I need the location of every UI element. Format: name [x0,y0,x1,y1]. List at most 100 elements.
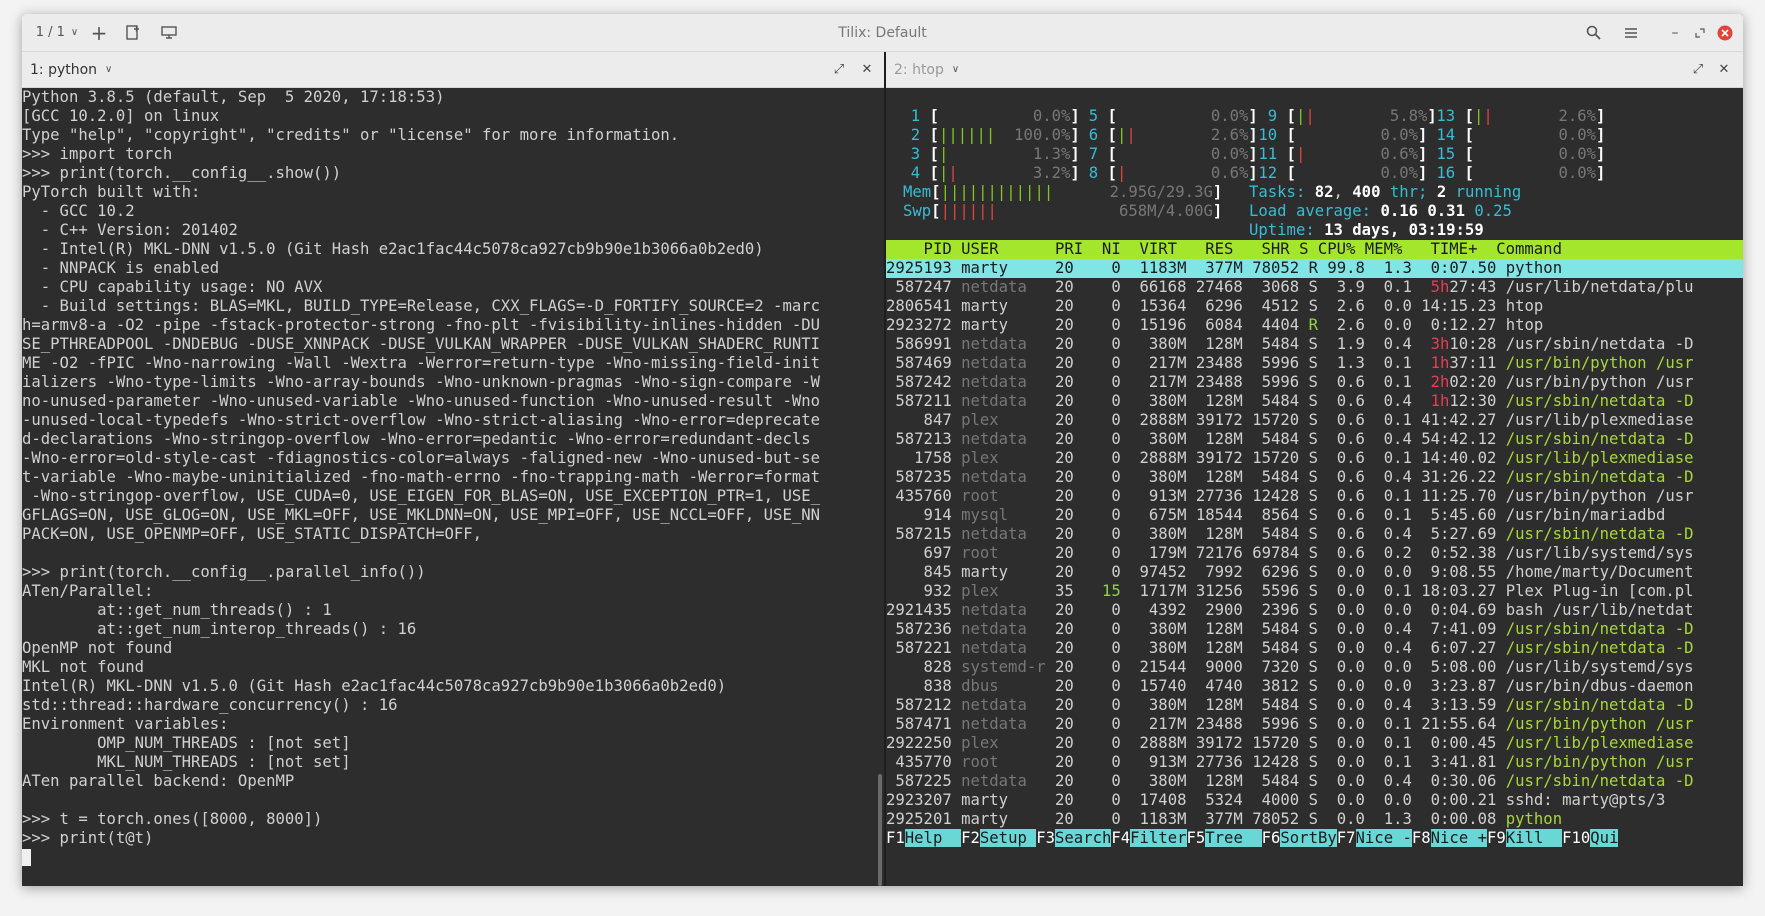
session-switcher[interactable]: 1 / 1 ∨ [30,14,84,51]
sp [1412,449,1421,467]
terminal-1-maximize-button[interactable]: ⤢ [827,52,851,87]
function-key-label[interactable]: SortBy [1280,829,1337,847]
function-key-label[interactable]: Nice + [1430,829,1487,847]
cpu-meter: 2 [|||||| 100.0%] [892,126,1080,145]
sp [952,582,961,600]
function-key-label[interactable]: Kill [1505,829,1563,847]
process-row[interactable]: 838 dbus 20 0 15740 4740 3812 S 0.0 0.0 … [886,677,1743,696]
process-row[interactable]: 587236 netdata 20 0 380M 128M 5484 S 0.0… [886,620,1743,639]
function-key-label[interactable]: Nice - [1355,829,1412,847]
command: htop [1505,297,1544,315]
process-row[interactable]: 2921435 netdata 20 0 4392 2900 2396 S 0.… [886,601,1743,620]
process-row[interactable]: 2925201 marty 20 0 1183M 377M 78052 S 0.… [886,810,1743,829]
sp [1318,278,1337,296]
process-row[interactable]: 932 plex 35 15 1717M 31256 5596 S 0.0 0.… [886,582,1743,601]
function-key[interactable]: F10 [1562,829,1590,847]
process-row[interactable]: 847 plex 20 0 2888M 39172 15720 S 0.6 0.… [886,411,1743,430]
sp [1121,278,1140,296]
cpu-number: 6 [1070,126,1099,144]
cpu-pct: 2.6 [1336,297,1365,315]
process-row[interactable]: 2806541 marty 20 0 15364 6296 4512 S 2.6… [886,297,1743,316]
virt: 17408 [1139,791,1187,809]
time-hours: 2h [1430,373,1450,391]
terminal-1-titlebar[interactable]: 1: python ∨ ⤢ ✕ [22,52,884,88]
function-key-label[interactable]: Help [904,829,962,847]
process-row[interactable]: 2923272 marty 20 0 15196 6084 4404 R 2.6… [886,316,1743,335]
htop-column-header[interactable]: PID USER PRI NI VIRT RES SHR S CPU% MEM%… [886,240,1743,259]
terminal-2-title[interactable]: 2: htop ∨ [894,52,959,87]
command: python [1505,810,1563,828]
add-session-button[interactable]: + [86,14,112,51]
state: S [1308,278,1318,296]
function-key[interactable]: F1 [886,829,905,847]
process-row[interactable]: 587213 netdata 20 0 380M 128M 5484 S 0.6… [886,430,1743,449]
terminal-1-close-button[interactable]: ✕ [855,52,879,87]
menu-button[interactable] [1618,14,1644,51]
process-row[interactable]: 586991 netdata 20 0 380M 128M 5484 S 1.9… [886,335,1743,354]
prompt-line[interactable] [22,848,884,867]
function-key[interactable]: F9 [1487,829,1506,847]
pid: 586991 [886,335,952,353]
res: 128M [1205,392,1243,410]
terminal-2-close-button[interactable]: ✕ [1712,52,1736,87]
function-key[interactable]: F2 [961,829,980,847]
process-row[interactable]: 587471 netdata 20 0 217M 23488 5996 S 0.… [886,715,1743,734]
shr: 5484 [1261,772,1300,790]
search-button[interactable] [1580,14,1606,51]
process-row[interactable]: 435770 root 20 0 913M 27736 12428 S 0.0 … [886,753,1743,772]
cpu-percent: 5.8% [1389,107,1428,125]
sp [1299,544,1308,562]
process-row[interactable]: 828 systemd-r 20 0 21544 9000 7320 S 0.0… [886,658,1743,677]
cpu-bar-system: | [1483,107,1493,125]
process-row[interactable]: 697 root 20 0 179M 72176 69784 S 0.6 0.2… [886,544,1743,563]
function-key[interactable]: F8 [1412,829,1431,847]
sp [1027,373,1055,391]
function-key-label[interactable]: Qui [1590,829,1619,847]
process-row[interactable]: 435760 root 20 0 913M 27736 12428 S 0.6 … [886,487,1743,506]
sp [1074,430,1112,448]
process-row[interactable]: 2925193 marty 20 0 1183M 377M 78052 R 99… [886,259,1743,278]
command: python [1505,259,1563,277]
process-row[interactable]: 587247 netdata 20 0 66168 27468 3068 S 3… [886,278,1743,297]
scrollbar-thumb[interactable] [878,774,882,886]
process-row[interactable]: 587225 netdata 20 0 380M 128M 5484 S 0.0… [886,772,1743,791]
function-key[interactable]: F3 [1036,829,1055,847]
function-key-label[interactable]: Search [1055,829,1112,847]
function-key[interactable]: F5 [1187,829,1206,847]
sp [1121,696,1149,714]
terminal-2-titlebar[interactable]: 2: htop ∨ ⤢ ✕ [886,52,1743,88]
function-key[interactable]: F6 [1262,829,1281,847]
function-key-label[interactable]: Setup [979,829,1037,847]
htop-process-list[interactable]: 2925193 marty 20 0 1183M 377M 78052 R 99… [886,259,1743,829]
process-row[interactable]: 1758 plex 20 0 2888M 39172 15720 S 0.6 0… [886,449,1743,468]
process-row[interactable]: 587242 netdata 20 0 217M 23488 5996 S 0.… [886,373,1743,392]
function-key[interactable]: F7 [1337,829,1356,847]
cpu-number: 10 [1249,126,1278,144]
virt: 380M [1148,335,1187,353]
add-terminal-button[interactable] [120,14,146,51]
process-row[interactable]: 587221 netdata 20 0 380M 128M 5484 S 0.0… [886,639,1743,658]
process-row[interactable]: 587212 netdata 20 0 380M 128M 5484 S 0.0… [886,696,1743,715]
terminal-2-output[interactable]: 1 [ 0.0%] 2 [|||||| 100.0%] 3 [| 1.3%] 4… [886,88,1743,886]
cpu-percent: 0.0% [1032,107,1071,125]
minimize-button[interactable]: – [1665,14,1685,51]
terminal-2-maximize-button[interactable]: ⤢ [1686,52,1710,87]
maximize-button[interactable] [1690,14,1710,51]
output-line: no-unused-parameter -Wno-unused-variable… [22,392,820,410]
process-row[interactable]: 845 marty 20 0 97452 7992 6296 S 0.0 0.0… [886,563,1743,582]
function-key-label[interactable]: Filter [1130,829,1187,847]
close-button[interactable] [1714,14,1736,51]
sidebar-toggle-button[interactable] [156,14,182,51]
sp [1186,734,1195,752]
function-key-label[interactable]: Tree [1205,829,1262,847]
process-row[interactable]: 587235 netdata 20 0 380M 128M 5484 S 0.6… [886,468,1743,487]
process-row[interactable]: 2923207 marty 20 0 17408 5324 4000 S 0.0… [886,791,1743,810]
process-row[interactable]: 2922250 plex 20 0 2888M 39172 15720 S 0.… [886,734,1743,753]
process-row[interactable]: 587215 netdata 20 0 380M 128M 5484 S 0.6… [886,525,1743,544]
terminal-1-title[interactable]: 1: python ∨ [30,52,112,87]
process-row[interactable]: 914 mysql 20 0 675M 18544 8564 S 0.6 0.1… [886,506,1743,525]
terminal-1-output[interactable]: Python 3.8.5 (default, Sep 5 2020, 17:18… [22,88,884,886]
process-row[interactable]: 587211 netdata 20 0 380M 128M 5484 S 0.6… [886,392,1743,411]
function-key[interactable]: F4 [1111,829,1130,847]
process-row[interactable]: 587469 netdata 20 0 217M 23488 5996 S 1.… [886,354,1743,373]
